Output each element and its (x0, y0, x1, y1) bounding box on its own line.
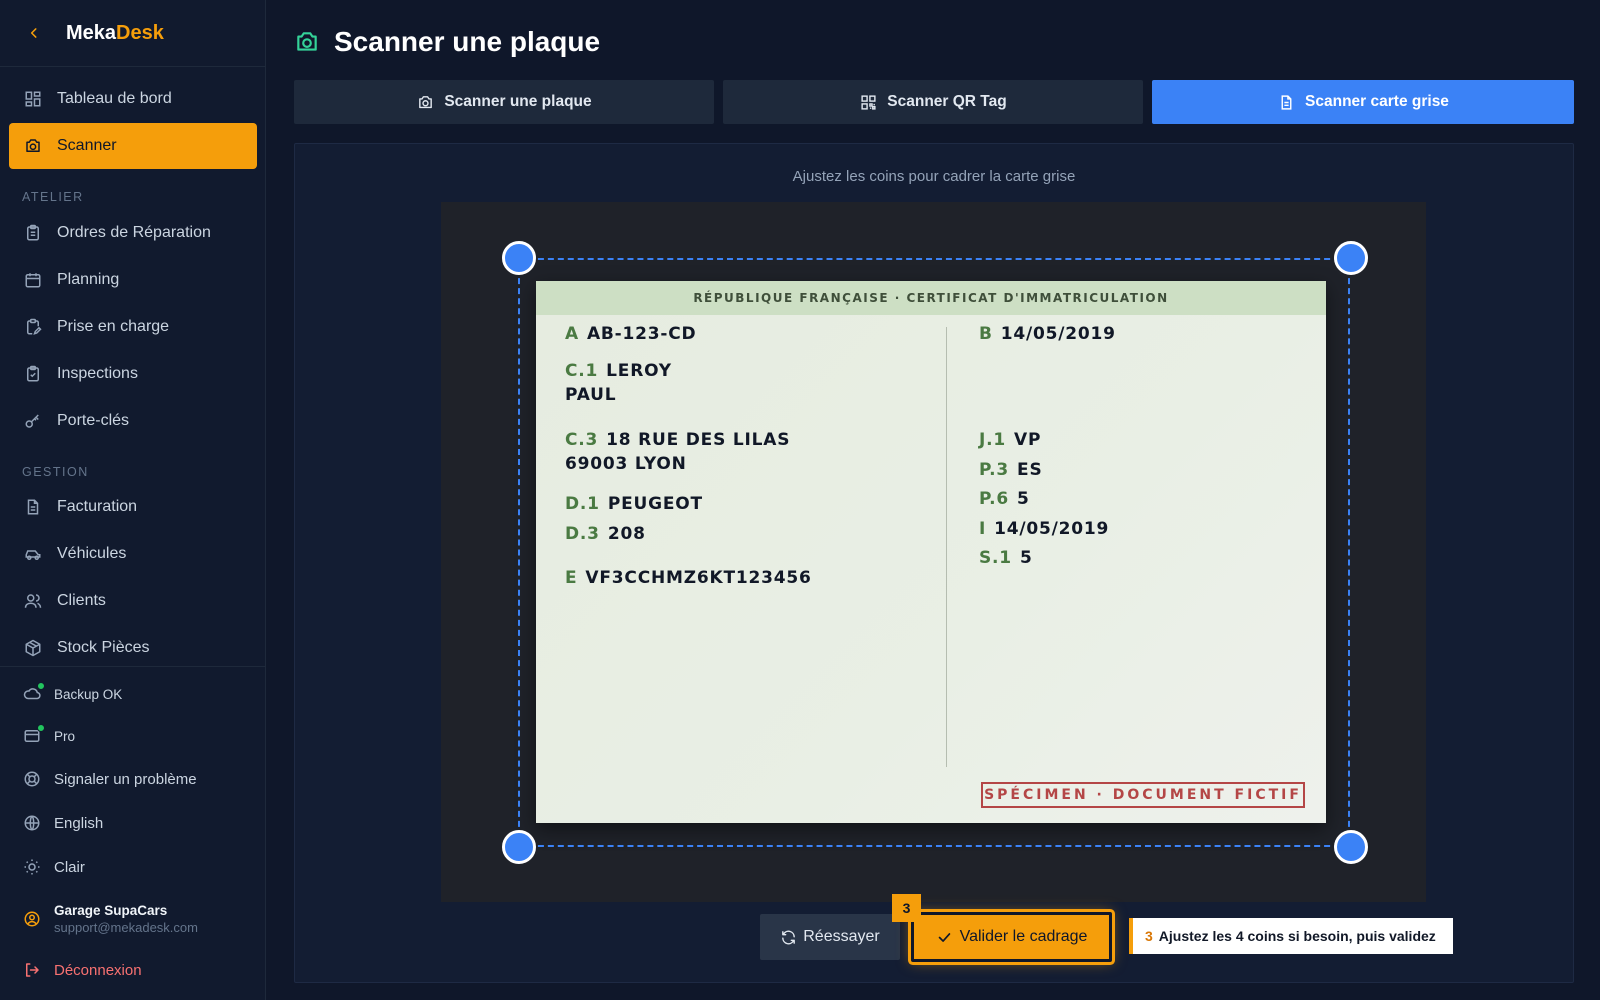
brand-header: MekaDesk (0, 0, 265, 67)
sidebar-item-scanner[interactable]: Scanner (9, 123, 257, 169)
sidebar-item-label: Facturation (57, 498, 138, 515)
qr-code-icon (859, 93, 877, 111)
key-icon (23, 411, 43, 431)
language-label: English (54, 814, 104, 832)
sidebar-item-label: Porte-clés (57, 412, 130, 429)
sidebar-item-repair-orders[interactable]: Ordres de Réparation (9, 210, 257, 256)
language-switch[interactable]: English (22, 813, 103, 833)
step-badge: 3 (892, 894, 921, 922)
status-dot (37, 682, 45, 690)
crop-handle-top-left[interactable] (502, 241, 536, 275)
clipboard-check-icon (23, 364, 43, 384)
plan-label: Pro (54, 728, 76, 744)
account-email: support@mekadesk.com (54, 920, 198, 935)
status-dot (37, 724, 45, 732)
sidebar-item-dashboard[interactable]: Tableau de bord (9, 76, 257, 122)
sidebar-item-clients[interactable]: Clients (9, 578, 257, 624)
plan-status[interactable]: Pro (22, 724, 76, 746)
theme-label: Clair (54, 858, 85, 876)
sidebar: MekaDesk Tableau de bord Scanner ATELIER… (0, 0, 266, 1000)
sidebar-item-label: Planning (57, 271, 120, 288)
crop-hint: Ajustez les coins pour cadrer la carte g… (792, 168, 1076, 185)
calendar-icon (23, 270, 43, 290)
crop-handle-bottom-left[interactable] (502, 830, 536, 864)
account-name: Garage SupaCars (54, 903, 168, 918)
tooltip-text: Ajustez les 4 coins si besoin, puis vali… (1158, 928, 1436, 944)
sidebar-item-label: Ordres de Réparation (57, 224, 211, 241)
car-icon (23, 544, 43, 564)
retry-label: Réessayer (803, 928, 880, 945)
camera-icon (23, 136, 43, 156)
theme-switch[interactable]: Clair (22, 857, 85, 877)
sidebar-item-inspections[interactable]: Inspections (9, 351, 257, 397)
backup-status[interactable]: Backup OK (22, 682, 123, 704)
scan-panel: Ajustez les coins pour cadrer la carte g… (294, 143, 1574, 983)
tab-scan-qr[interactable]: Scanner QR Tag (723, 80, 1143, 124)
camera-icon (294, 29, 320, 55)
crop-handle-bottom-right[interactable] (1334, 830, 1368, 864)
crop-handle-top-right[interactable] (1334, 241, 1368, 275)
validate-label: Valider le cadrage (959, 928, 1088, 945)
user-circle-icon (22, 909, 42, 929)
sidebar-item-check-in[interactable]: Prise en charge (9, 304, 257, 350)
crop-stage: RÉPUBLIQUE FRANÇAISE · CERTIFICAT D'IMMA… (441, 202, 1426, 902)
tab-scan-plate[interactable]: Scanner une plaque (294, 80, 714, 124)
clipboard-pen-icon (23, 317, 43, 337)
sidebar-item-label: Inspections (57, 365, 138, 382)
report-problem-link[interactable]: Signaler un problème (22, 769, 197, 789)
tab-label: Scanner une plaque (444, 93, 592, 110)
section-label-atelier: ATELIER (22, 190, 84, 204)
sidebar-item-planning[interactable]: Planning (9, 257, 257, 303)
refresh-icon (780, 929, 797, 946)
credit-card-icon (22, 724, 45, 746)
crop-frame[interactable] (518, 258, 1350, 847)
check-icon (936, 929, 953, 946)
page-title-text: Scanner une plaque (334, 26, 601, 57)
file-text-icon (23, 497, 43, 517)
logout-label: Déconnexion (54, 961, 142, 979)
sidebar-item-label: Tableau de bord (57, 90, 172, 107)
back-chevron-icon[interactable] (24, 23, 44, 43)
clipboard-icon (23, 223, 43, 243)
tab-scan-registration[interactable]: Scanner carte grise (1152, 80, 1574, 124)
sidebar-item-keychains[interactable]: Porte-clés (9, 398, 257, 444)
lifebuoy-icon (22, 769, 42, 789)
app-logo: MekaDesk (66, 21, 164, 44)
tab-label: Scanner QR Tag (887, 93, 1007, 110)
sidebar-item-label: Prise en charge (57, 318, 170, 335)
dashboard-icon (23, 89, 43, 109)
sidebar-item-label: Scanner (57, 137, 117, 154)
tab-label: Scanner carte grise (1305, 93, 1449, 110)
sidebar-item-label: Stock Pièces (57, 639, 150, 656)
sidebar-item-billing[interactable]: Facturation (9, 484, 257, 530)
sidebar-item-label: Clients (57, 592, 106, 609)
backup-label: Backup OK (54, 686, 123, 702)
logout-icon (22, 960, 42, 980)
page-title: Scanner une plaque (294, 26, 600, 58)
globe-icon (22, 813, 42, 833)
package-icon (23, 638, 43, 658)
sidebar-item-label: Véhicules (57, 545, 127, 562)
cloud-icon (22, 682, 45, 704)
account-info[interactable]: Garage SupaCars support@mekadesk.com (22, 903, 198, 935)
camera-icon (416, 93, 434, 111)
validate-crop-button[interactable]: Valider le cadrage (911, 912, 1112, 962)
report-label: Signaler un problème (54, 770, 197, 788)
step-tooltip: 3 Ajustez les 4 coins si besoin, puis va… (1129, 918, 1453, 954)
sidebar-item-parts-stock[interactable]: Stock Pièces (9, 625, 257, 671)
sidebar-item-vehicles[interactable]: Véhicules (9, 531, 257, 577)
sidebar-divider (0, 666, 266, 667)
users-icon (23, 591, 43, 611)
retry-button[interactable]: Réessayer (760, 914, 900, 960)
section-label-gestion: GESTION (22, 465, 89, 479)
file-text-icon (1277, 93, 1295, 111)
sun-icon (22, 857, 42, 877)
logout-button[interactable]: Déconnexion (22, 960, 142, 980)
tooltip-step-number: 3 (1145, 928, 1153, 944)
